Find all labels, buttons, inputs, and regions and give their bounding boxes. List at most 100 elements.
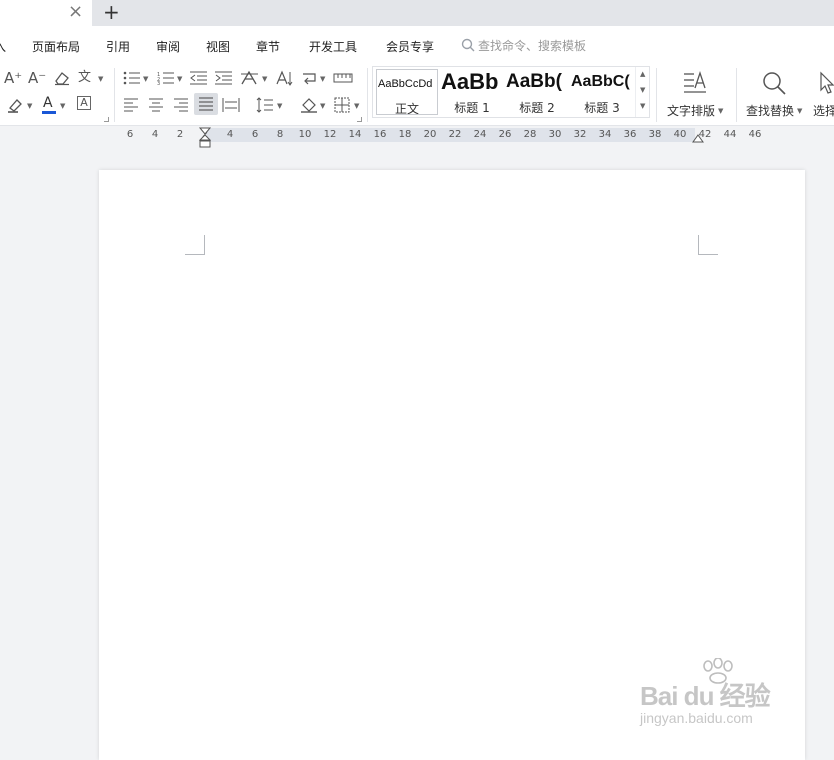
chinese-layout-icon[interactable] [240, 70, 260, 86]
tab-bar: × + [0, 0, 834, 26]
show-marks-icon[interactable] [301, 70, 319, 86]
show-marks-dropdown-icon[interactable]: ▼ [320, 75, 325, 83]
styles-scroll-down-icon[interactable]: ▼ [640, 86, 645, 94]
style-heading-2[interactable]: AaBb( 标题 2 [506, 69, 568, 115]
menu-item-references[interactable]: 引用 [106, 38, 130, 55]
align-center-icon[interactable] [148, 98, 164, 112]
svg-text:3: 3 [157, 81, 160, 85]
horizontal-ruler[interactable]: 6422468101214161820222426283032343638404… [0, 127, 834, 148]
highlight-dropdown-icon[interactable]: ▼ [27, 102, 32, 110]
style-normal-label: 正文 [394, 102, 419, 115]
indent-marker-icon[interactable] [199, 127, 211, 149]
ruler-tick-label: 46 [748, 129, 762, 140]
ruler-tick-label: 40 [673, 129, 687, 140]
command-search[interactable]: 查找命令、搜索模板 [461, 36, 601, 54]
style-heading-2-label: 标题 2 [519, 101, 555, 115]
justify-button[interactable] [194, 93, 218, 115]
style-normal[interactable]: AaBbCcDd 正文 [376, 69, 438, 115]
bullet-list-icon[interactable] [123, 71, 141, 85]
ruler-tick-label: 38 [648, 129, 662, 140]
ruler-tick-label: 8 [276, 129, 284, 140]
ruler-tick-label: 28 [523, 129, 537, 140]
text-layout-label: 文字排版 [667, 104, 716, 118]
font-color-icon[interactable]: A [43, 95, 53, 111]
document-tab[interactable]: × [0, 0, 92, 26]
search-icon [461, 38, 475, 52]
style-heading-3[interactable]: AaBbC( 标题 3 [571, 69, 633, 115]
text-layout-button[interactable]: 文字排版 ▼ [664, 68, 726, 120]
justify-icon [199, 97, 213, 111]
ruler-tick-label: 16 [373, 129, 387, 140]
styles-more-icon[interactable]: ▼ [640, 102, 645, 110]
align-right-icon[interactable] [173, 98, 189, 112]
line-spacing-dropdown-icon[interactable]: ▼ [277, 102, 282, 110]
menu-item-member[interactable]: 会员专享 [386, 38, 434, 55]
pinyin-guide-icon[interactable]: 文 [78, 70, 91, 86]
font-color-dropdown-icon[interactable]: ▼ [60, 102, 65, 110]
ruler-tick-label: 26 [498, 129, 512, 140]
styles-scroll-up-icon[interactable]: ▲ [640, 70, 645, 78]
char-border-icon[interactable]: A [77, 96, 91, 110]
new-tab-icon[interactable]: + [103, 0, 120, 24]
numbered-list-icon[interactable]: 1 2 3 [157, 71, 175, 85]
style-heading-1[interactable]: AaBb 标题 1 [441, 69, 503, 115]
align-left-icon[interactable] [123, 98, 139, 112]
select-button[interactable]: 选择 [810, 68, 834, 120]
ruler-tick-label: 36 [623, 129, 637, 140]
menu-item-page-layout[interactable]: 页面布局 [32, 38, 80, 55]
font-dialog-launcher-icon[interactable] [104, 117, 109, 122]
distributed-align-icon[interactable] [222, 97, 240, 113]
ruler-tick-label: 4 [151, 129, 159, 140]
borders-icon[interactable] [334, 97, 350, 113]
cursor-arrow-icon [820, 71, 834, 94]
menu-item-view[interactable]: 视图 [206, 38, 230, 55]
shrink-font-icon[interactable]: A⁻ [28, 70, 46, 86]
style-heading-2-sample: AaBb( [506, 71, 562, 92]
find-replace-label: 查找替换 [746, 104, 795, 118]
line-spacing-icon[interactable] [256, 97, 274, 113]
menu-item-chapter[interactable]: 章节 [256, 38, 280, 55]
menu-item-insert[interactable]: 入 [0, 38, 6, 55]
baidu-jingyan-watermark: Bai du 经验 jingyan.baidu.com [640, 658, 800, 732]
find-replace-button[interactable]: 查找替换 ▼ [743, 68, 805, 120]
ribbon-separator [114, 68, 115, 122]
ribbon-toolbar: A⁺ A⁻ 文 ▼ ▼ A ▼ A ▼ 1 2 3 ▼ ▼ ▼ ▼ ▼ ▼ Aa… [0, 64, 834, 126]
ribbon-separator [367, 68, 368, 122]
watermark-url: jingyan.baidu.com [640, 710, 753, 726]
clear-format-icon[interactable] [53, 70, 71, 86]
shading-dropdown-icon[interactable]: ▼ [320, 102, 325, 110]
increase-indent-icon[interactable] [215, 71, 233, 85]
ruler-toggle-icon[interactable] [333, 72, 353, 84]
close-tab-icon[interactable]: × [68, 2, 83, 22]
ruler-tick-label: 6 [251, 129, 259, 140]
ruler-tick-label: 20 [423, 129, 437, 140]
styles-gallery: AaBbCcDd 正文 AaBb 标题 1 AaBb( 标题 2 AaBbC( … [372, 66, 650, 118]
text-layout-icon [684, 70, 706, 93]
sort-icon[interactable] [275, 70, 293, 86]
ruler-tick-label: 22 [448, 129, 462, 140]
grow-font-icon[interactable]: A⁺ [4, 70, 22, 86]
ruler-tick-label: 2 [176, 129, 184, 140]
menu-item-review[interactable]: 审阅 [156, 38, 180, 55]
right-indent-marker-icon[interactable] [692, 134, 704, 144]
ruler-tick-label: 14 [348, 129, 362, 140]
shading-icon[interactable] [300, 97, 318, 113]
borders-dropdown-icon[interactable]: ▼ [354, 102, 359, 110]
font-color-swatch [42, 111, 56, 114]
pinyin-dropdown-icon[interactable]: ▼ [98, 75, 103, 83]
numbered-list-dropdown-icon[interactable]: ▼ [177, 75, 182, 83]
ribbon-separator [736, 68, 737, 122]
style-heading-3-label: 标题 3 [584, 101, 620, 115]
ruler-tick-label: 30 [548, 129, 562, 140]
style-normal-sample: AaBbCcDd [378, 78, 433, 90]
chinese-layout-dropdown-icon[interactable]: ▼ [262, 75, 267, 83]
bullet-list-dropdown-icon[interactable]: ▼ [143, 75, 148, 83]
ruler-tick-label: 34 [598, 129, 612, 140]
ruler-tick-label: 4 [226, 129, 234, 140]
menu-item-developer[interactable]: 开发工具 [309, 38, 357, 55]
ruler-tick-label: 10 [298, 129, 312, 140]
text-layout-dropdown-icon: ▼ [718, 107, 724, 115]
paragraph-dialog-launcher-icon[interactable] [357, 117, 362, 122]
decrease-indent-icon[interactable] [190, 71, 208, 85]
highlight-icon[interactable] [6, 97, 24, 113]
